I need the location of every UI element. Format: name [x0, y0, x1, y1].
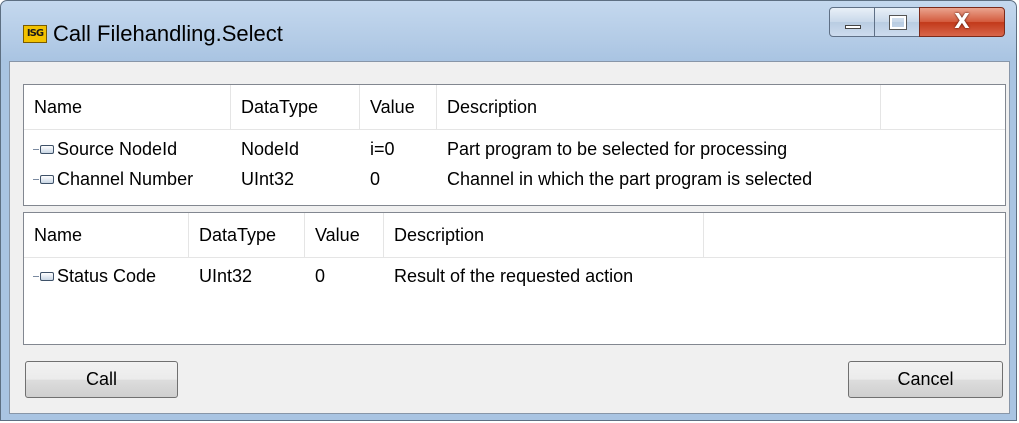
arg-datatype: UInt32: [241, 169, 295, 189]
dialog-window: ISG Call Filehandling.Select X: [0, 0, 1017, 421]
table-header: Name DataType Value Description: [24, 85, 1005, 130]
cancel-button[interactable]: Cancel: [848, 361, 1003, 398]
arg-name: Channel Number: [57, 169, 194, 189]
call-button[interactable]: Call: [25, 361, 178, 398]
window-title: Call Filehandling.Select: [53, 21, 283, 46]
table-header: Name DataType Value Description: [24, 213, 1005, 258]
arg-datatype: UInt32: [199, 266, 253, 286]
close-button[interactable]: X: [919, 7, 1005, 37]
maximize-button[interactable]: [874, 7, 920, 37]
title-bar[interactable]: ISG Call Filehandling.Select X: [1, 1, 1016, 61]
column-header-value[interactable]: Value: [305, 213, 384, 257]
column-header-description[interactable]: Description: [384, 213, 704, 257]
column-header-name[interactable]: Name: [24, 213, 189, 257]
arg-name: Status Code: [57, 266, 157, 286]
column-header-datatype[interactable]: DataType: [189, 213, 305, 257]
minimize-button[interactable]: [829, 7, 875, 37]
column-header-datatype[interactable]: DataType: [231, 85, 360, 129]
arg-description: Part program to be selected for processi…: [447, 139, 788, 159]
arg-description: Channel in which the part program is sel…: [447, 169, 813, 189]
arg-datatype: NodeId: [241, 139, 300, 159]
variable-node-icon: [33, 144, 55, 155]
column-header-value[interactable]: Value: [360, 85, 437, 129]
arg-value[interactable]: 0: [370, 164, 380, 194]
table-row[interactable]: Source NodeId NodeId i=0 Part program to…: [24, 134, 1005, 164]
column-header-description[interactable]: Description: [437, 85, 881, 129]
variable-node-icon: [33, 174, 55, 185]
table-row[interactable]: Status Code UInt32 0 Result of the reque…: [24, 261, 1005, 291]
maximize-icon: [889, 15, 907, 30]
variable-node-icon: [33, 271, 55, 282]
app-logo-icon: ISG: [23, 25, 47, 43]
arg-value[interactable]: 0: [315, 261, 325, 291]
column-header-name[interactable]: Name: [24, 85, 231, 129]
close-icon: X: [954, 9, 970, 33]
input-arguments-table[interactable]: Name DataType Value Description Source N…: [23, 84, 1006, 206]
arg-value[interactable]: i=0: [370, 134, 395, 164]
arg-description: Result of the requested action: [394, 266, 634, 286]
table-row[interactable]: Channel Number UInt32 0 Channel in which…: [24, 164, 1005, 194]
output-arguments-table[interactable]: Name DataType Value Description Status C…: [23, 212, 1006, 345]
minimize-icon: [845, 25, 861, 29]
arg-name: Source NodeId: [57, 139, 178, 159]
